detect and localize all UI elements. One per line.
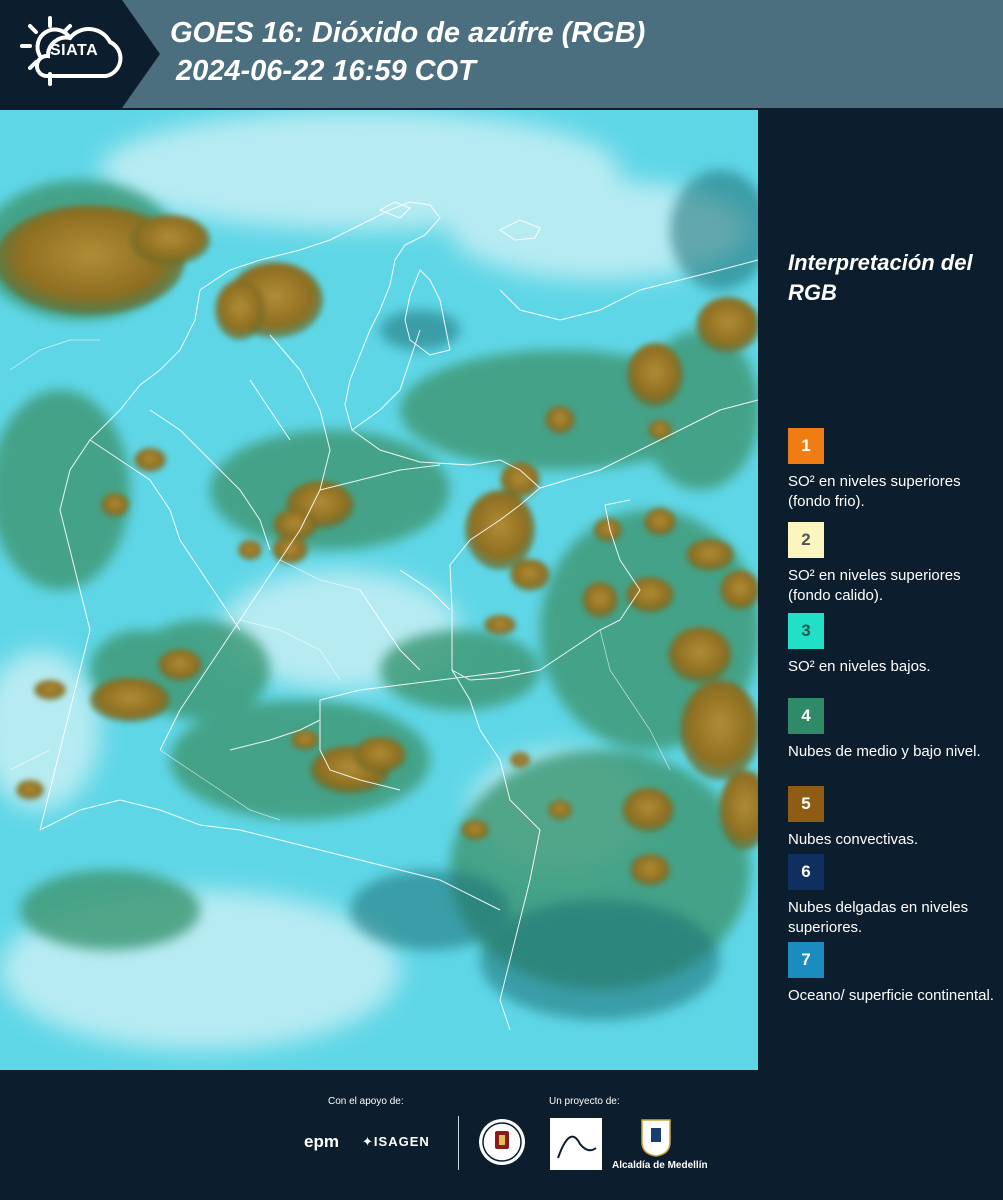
footer: Con el apoyo de: Un proyecto de: epm ✦IS…	[0, 1070, 1003, 1200]
legend-item: 4 Nubes de medio y bajo nivel.	[788, 698, 998, 762]
legend-swatch: 2	[788, 522, 824, 558]
support-label: Con el apoyo de:	[328, 1096, 404, 1107]
legend-title: Interpretación del RGB	[788, 250, 973, 305]
legend-label: Oceano/ superficie continental.	[788, 987, 994, 1004]
title-timestamp: 2024-06-22 16:59 COT	[176, 55, 476, 87]
legend-item: 6 Nubes delgadas en niveles superiores.	[788, 854, 998, 938]
satellite-map[interactable]	[0, 110, 758, 1070]
legend-swatch: 4	[788, 698, 824, 734]
page-title: GOES 16: Dióxido de azúfre (RGB) 2024-06…	[170, 14, 645, 90]
footer-divider	[458, 1116, 459, 1170]
project-label: Un proyecto de:	[549, 1096, 620, 1107]
legend-label: SO² en niveles superiores (fondo frio).	[788, 473, 961, 510]
epm-logo: epm	[304, 1132, 339, 1151]
legend-swatch: 3	[788, 613, 824, 649]
legend-item: 7 Oceano/ superficie continental.	[788, 942, 998, 1006]
legend-label: SO² en niveles superiores (fondo calido)…	[788, 567, 961, 604]
legend-swatch: 1	[788, 428, 824, 464]
legend-item: 3 SO² en niveles bajos.	[788, 613, 998, 677]
medellin-seal-icon	[479, 1119, 525, 1165]
legend-label: Nubes de medio y bajo nivel.	[788, 743, 981, 760]
legend-item: 2 SO² en niveles superiores (fondo calido…	[788, 522, 998, 606]
alcaldia-medellin-shield-icon	[641, 1119, 671, 1157]
legend-item: 1 SO² en niveles superiores (fondo frio).	[788, 428, 998, 512]
header-bar: SIATA GOES 16: Dióxido de azúfre (RGB) 2…	[0, 0, 1003, 108]
isagen-logo-text: ISAGEN	[373, 1134, 430, 1149]
legend-label: Nubes convectivas.	[788, 831, 919, 848]
rgb-legend: Interpretación del RGB 1 SO² en niveles s…	[762, 110, 1003, 1070]
isagen-logo: ✦ISAGEN	[362, 1134, 430, 1149]
alcaldia-label: Alcaldía de Medellín	[612, 1160, 708, 1171]
title-product: GOES 16: Dióxido de azúfre (RGB)	[170, 17, 646, 49]
legend-swatch: 5	[788, 786, 824, 822]
legend-swatch: 7	[788, 942, 824, 978]
siata-logo-text: SIATA	[50, 42, 99, 59]
legend-item: 5 Nubes convectivas.	[788, 786, 998, 850]
legend-swatch: 6	[788, 854, 824, 890]
area-metropolitana-logo-icon	[550, 1118, 602, 1170]
legend-label: Nubes delgadas en niveles superiores.	[788, 899, 969, 936]
satellite-image	[0, 110, 758, 1070]
legend-label: SO² en niveles bajos.	[788, 658, 931, 675]
